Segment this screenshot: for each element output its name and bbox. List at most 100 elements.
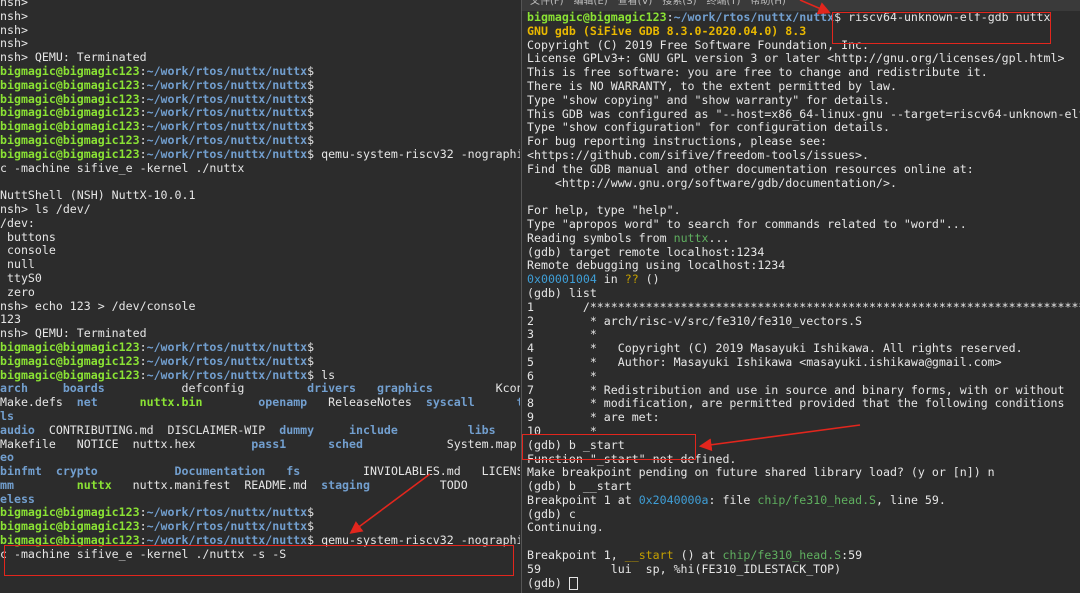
terminal-line: 59 lui sp, %hi(FE310_IDLESTACK_TOP) bbox=[522, 563, 1080, 577]
terminal-text: bigmagic@bigmagic123 bbox=[0, 78, 140, 92]
terminal-text: nsh> QEMU: Terminated bbox=[0, 51, 147, 65]
terminal-text: eless bbox=[0, 492, 35, 506]
terminal-text: zero bbox=[0, 285, 35, 299]
terminal-line: 0x00001004 in ?? () bbox=[522, 273, 1080, 287]
terminal-line: This is free software: you are free to c… bbox=[522, 66, 1080, 80]
terminal-text: $ bbox=[307, 64, 315, 78]
terminal-text: (gdb) bbox=[527, 576, 569, 590]
terminal-text: fs bbox=[286, 465, 301, 479]
terminal-text: Continuing. bbox=[527, 521, 604, 535]
terminal-text: too bbox=[517, 396, 520, 409]
terminal-line: 9 * are met: bbox=[522, 411, 1080, 425]
terminal-line: Reading symbols from nuttx... bbox=[522, 232, 1080, 246]
terminal-text: For bug reporting instructions, please s… bbox=[527, 135, 828, 149]
terminal-text: : bbox=[666, 11, 674, 24]
terminal-text: bigmagic@bigmagic123 bbox=[0, 354, 140, 368]
menu-item[interactable]: 搜索(S) bbox=[662, 0, 696, 7]
terminal-line: Breakpoint 1, __start () at chip/fe310_h… bbox=[522, 549, 1080, 563]
terminal-line: (gdb) b __start bbox=[522, 480, 1080, 494]
terminal-text: ~/work/rtos/nuttx/nuttx bbox=[146, 64, 308, 78]
left-terminal-pane[interactable]: nsh> nsh> nsh> nsh> nsh> QEMU: Terminated big… bbox=[0, 0, 520, 593]
terminal-line: 7 * Redistribution and use in source and… bbox=[522, 384, 1080, 398]
terminal-line: bigmagic@bigmagic123:~/work/rtos/nuttx/n… bbox=[0, 341, 520, 355]
terminal-text: Remote debugging using localhost:1234 bbox=[527, 259, 786, 273]
terminal-line: arch boards defconfig drivers graphics K… bbox=[0, 382, 520, 396]
right-terminal-pane[interactable]: 文件(F) 编辑(E) 查看(V) 搜索(S) 终端(T) 帮助(H) bigmagic@… bbox=[521, 0, 1080, 593]
terminal-line: eless bbox=[0, 493, 520, 507]
terminal-text: : bbox=[139, 354, 147, 368]
terminal-text: 123 bbox=[0, 313, 21, 327]
terminal-text: syscall bbox=[425, 396, 475, 410]
menu-item[interactable]: 文件(F) bbox=[530, 0, 564, 7]
terminal-text: nuttx.bin bbox=[139, 396, 203, 410]
terminal-text: : bbox=[139, 520, 147, 534]
menu-item[interactable]: 查看(V) bbox=[618, 0, 653, 7]
terminal-text: : bbox=[139, 78, 147, 92]
terminal-line: bigmagic@bigmagic123:~/work/rtos/nuttx/n… bbox=[0, 93, 520, 107]
terminal-text: nsh> bbox=[0, 37, 28, 51]
terminal-cursor bbox=[568, 576, 578, 590]
terminal-line: eo bbox=[0, 451, 520, 465]
terminal-text: Copyright (C) 2019 Free Software Foundat… bbox=[527, 38, 870, 52]
terminal-text: (gdb) target remote localhost:1234 bbox=[527, 245, 765, 259]
terminal-text: TODO bbox=[369, 478, 520, 492]
menu-item[interactable]: 编辑(E) bbox=[574, 0, 608, 7]
terminal-line: nsh> bbox=[0, 0, 520, 10]
terminal-text: drivers bbox=[307, 382, 357, 396]
terminal-text: Kconfig bbox=[495, 382, 520, 396]
terminal-line: Type "apropos word" to search for comman… bbox=[522, 218, 1080, 232]
terminal-line: Breakpoint 1 at 0x2040000a: file chip/fe… bbox=[522, 494, 1080, 508]
terminal-text: dummy bbox=[279, 423, 315, 437]
terminal-text: 1 /*************************************… bbox=[527, 300, 1080, 314]
terminal-text: Type "show configuration" for configurat… bbox=[527, 121, 890, 135]
terminal-text: : bbox=[139, 340, 147, 354]
terminal-line: binfmt crypto Documentation fs INVIOLABL… bbox=[0, 465, 520, 479]
terminal-text: sched bbox=[328, 437, 363, 451]
terminal-line: (gdb) bbox=[522, 576, 1080, 591]
terminal-text: : bbox=[139, 506, 147, 520]
terminal-line: This GDB was configured as "--host=x86_6… bbox=[522, 108, 1080, 122]
terminal-line: ls bbox=[0, 410, 520, 424]
terminal-text: mm bbox=[0, 478, 14, 492]
terminal-line: 6 * bbox=[522, 370, 1080, 384]
terminal-text: Breakpoint 1, bbox=[527, 549, 625, 563]
terminal-text: nuttx.manifest README.md bbox=[111, 478, 322, 492]
terminal-text: CONTRIBUTING.md DISCLAIMER-WIP bbox=[34, 423, 280, 437]
terminal-text: bigmagic@bigmagic123 bbox=[0, 147, 140, 161]
terminal-text: eo bbox=[0, 451, 14, 465]
terminal-text: <https://github.com/sifive/freedom-tools… bbox=[527, 148, 870, 162]
terminal-text: 8 * modification, are permitted provided… bbox=[527, 397, 1065, 411]
terminal-text: : bbox=[139, 64, 147, 78]
terminal-text: crypto bbox=[55, 465, 98, 479]
menu-item[interactable]: 终端(T) bbox=[707, 0, 741, 7]
terminal-line: nsh> echo 123 > /dev/console bbox=[0, 300, 520, 314]
terminal-line: License GPLv3+: GNU GPL version 3 or lat… bbox=[522, 52, 1080, 66]
terminal-line: Make.defs net nuttx.bin openamp ReleaseN… bbox=[0, 396, 520, 410]
terminal-line: There is NO WARRANTY, to the extent perm… bbox=[522, 80, 1080, 94]
terminal-text: NuttShell (NSH) NuttX-10.0.1 bbox=[0, 189, 196, 203]
terminal-line: NuttShell (NSH) NuttX-10.0.1 bbox=[0, 189, 520, 203]
terminal-text: $ bbox=[307, 506, 315, 520]
terminal-text: GNU gdb (SiFive GDB 8.3.0-2020.04.0) 8.3 bbox=[527, 24, 807, 38]
terminal-text: , line 59. bbox=[876, 493, 946, 507]
terminal-text: bigmagic@bigmagic123 bbox=[0, 520, 140, 534]
terminal-text: bigmagic@bigmagic123 bbox=[0, 120, 140, 134]
terminal-text: bigmagic@bigmagic123 bbox=[0, 92, 140, 106]
terminal-line: bigmagic@bigmagic123:~/work/rtos/nuttx/n… bbox=[0, 369, 520, 383]
terminal-text: 5 * Author: Masayuki Ishikawa <masayuki.… bbox=[527, 355, 1002, 369]
terminal-text: ~/work/rtos/nuttx/nuttx bbox=[146, 133, 308, 147]
terminal-text: Make.defs bbox=[0, 396, 77, 410]
terminal-menubar: 文件(F) 编辑(E) 查看(V) 搜索(S) 终端(T) 帮助(H) bbox=[522, 0, 1080, 11]
terminal-text: ~/work/rtos/nuttx/nuttx bbox=[673, 11, 835, 24]
terminal-text: net bbox=[76, 396, 98, 410]
menu-item[interactable]: 帮助(H) bbox=[750, 0, 785, 7]
terminal-line: bigmagic@bigmagic123:~/work/rtos/nuttx/n… bbox=[0, 120, 520, 134]
terminal-text: console bbox=[0, 244, 56, 258]
terminal-line: bigmagic@bigmagic123:~/work/rtos/nuttx/n… bbox=[0, 148, 520, 162]
